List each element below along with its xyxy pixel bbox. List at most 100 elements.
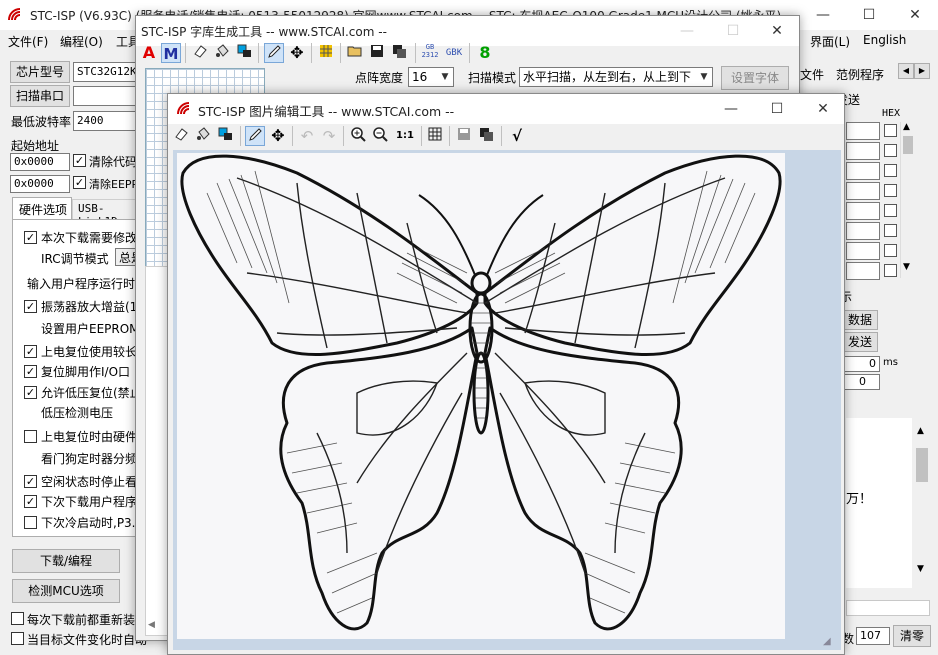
bottom-opt2-checkbox[interactable] — [11, 632, 24, 645]
tab-scroll-right[interactable]: ▶ — [914, 63, 930, 79]
image-editor-minimize-button[interactable]: — — [708, 94, 754, 124]
tab-scroll-left[interactable]: ◀ — [898, 63, 914, 79]
image-editor-close-button[interactable]: ✕ — [800, 94, 846, 124]
port-field[interactable] — [73, 86, 139, 106]
right-send-button[interactable]: 发送 — [842, 332, 878, 352]
set-font-button[interactable]: 设置字体 — [721, 66, 789, 90]
move-icon[interactable]: ✥ — [287, 43, 307, 63]
fill-bucket-icon[interactable] — [212, 43, 232, 63]
menu-file[interactable]: 文件(F) — [8, 33, 48, 50]
chip-model-button[interactable]: 芯片型号 — [10, 61, 70, 83]
open-folder-icon[interactable] — [345, 43, 365, 63]
send-text-field[interactable] — [846, 262, 880, 280]
option-checkbox[interactable]: ✓ — [24, 231, 37, 244]
color-swap-icon[interactable] — [234, 43, 254, 63]
clear-eeprom-checkbox[interactable]: ✓ — [73, 176, 86, 189]
menu-interface[interactable]: 界面(L) — [810, 33, 850, 50]
hex-checkbox[interactable] — [884, 244, 897, 257]
move-icon[interactable]: ✥ — [268, 126, 288, 146]
bottom-opt1-checkbox[interactable] — [11, 612, 24, 625]
pencil-icon[interactable] — [264, 43, 284, 63]
output-scrollbar[interactable]: ▲ ▼ — [914, 420, 930, 580]
image-editor-maximize-button[interactable]: ☐ — [754, 94, 800, 124]
gbk-button[interactable]: GBK — [443, 43, 465, 63]
gb2312-button[interactable]: GB 2312 — [419, 43, 441, 63]
undo-icon[interactable]: ↶ — [297, 126, 317, 146]
option-checkbox[interactable]: ✓ — [24, 365, 37, 378]
chip-model-field[interactable]: STC32G12K128 — [73, 62, 139, 82]
eraser-icon[interactable] — [190, 43, 210, 63]
hex-checkbox[interactable] — [884, 184, 897, 197]
save-icon[interactable] — [367, 43, 387, 63]
menu-english[interactable]: English — [863, 33, 906, 47]
hex-checkbox[interactable] — [884, 164, 897, 177]
menu-program[interactable]: 编程(O) — [60, 33, 103, 50]
right-num1-field[interactable]: 0 — [842, 356, 880, 372]
hex-checkbox[interactable] — [884, 124, 897, 137]
send-text-field[interactable] — [846, 202, 880, 220]
hex-checkbox[interactable] — [884, 144, 897, 157]
send-text-field[interactable] — [846, 222, 880, 240]
option-checkbox[interactable]: ✓ — [24, 345, 37, 358]
save-as-icon[interactable] — [389, 43, 409, 63]
eraser-icon[interactable] — [171, 126, 191, 146]
canvas-vscroll[interactable] — [789, 154, 833, 634]
right-num2-field[interactable]: 0 — [842, 374, 880, 390]
tab-hardware[interactable]: 硬件选项 — [12, 197, 72, 219]
maximize-button[interactable]: ☐ — [846, 0, 892, 30]
send-text-field[interactable] — [846, 142, 880, 160]
digit-eight-icon[interactable]: 8 — [475, 43, 495, 63]
font-tool-hscroll-left-icon[interactable]: ◀ — [148, 620, 155, 630]
zoom-in-icon[interactable] — [348, 126, 368, 146]
color-swap-icon[interactable] — [215, 126, 235, 146]
send-text-field[interactable] — [846, 162, 880, 180]
output-hscroll[interactable] — [846, 600, 930, 616]
hex-checkbox[interactable] — [884, 264, 897, 277]
confirm-check-button[interactable]: √ — [507, 126, 527, 146]
right-tab-examples[interactable]: 范例程序 — [836, 66, 884, 83]
send-text-field[interactable] — [846, 242, 880, 260]
zoom-actual-button[interactable]: 1:1 — [393, 126, 417, 146]
download-button[interactable]: 下载/编程 — [12, 549, 120, 573]
image-canvas[interactable] — [177, 153, 785, 639]
font-tool-close-button[interactable]: ✕ — [754, 16, 800, 46]
send-text-field[interactable] — [846, 182, 880, 200]
scan-port-button[interactable]: 扫描串口 — [10, 85, 70, 107]
scroll-thumb[interactable] — [903, 136, 913, 154]
font-tool-maximize-button[interactable]: ☐ — [710, 16, 756, 46]
save-icon[interactable] — [454, 126, 474, 146]
text-m-icon[interactable]: M — [161, 43, 181, 63]
zoom-out-icon[interactable] — [370, 126, 390, 146]
right-tab-file[interactable]: 文件 — [800, 66, 824, 83]
send-text-field[interactable] — [846, 122, 880, 140]
option-checkbox[interactable] — [24, 430, 37, 443]
grid-color-icon[interactable] — [316, 43, 336, 63]
detect-mcu-button[interactable]: 检测MCU选项 — [12, 579, 120, 603]
right-data-button[interactable]: 数据 — [842, 310, 878, 330]
clear-count-button[interactable]: 清零 — [893, 625, 931, 647]
grid-icon[interactable] — [425, 126, 445, 146]
redo-icon[interactable]: ↷ — [319, 126, 339, 146]
option-checkbox[interactable]: ✓ — [24, 300, 37, 313]
dot-width-combo[interactable]: 16 ▼ — [408, 67, 454, 87]
addr1-field[interactable]: 0x0000 — [10, 153, 70, 171]
addr2-field[interactable]: 0x0000 — [10, 175, 70, 193]
option-checkbox[interactable]: ✓ — [24, 475, 37, 488]
fill-bucket-icon[interactable] — [193, 126, 213, 146]
scan-mode-combo[interactable]: 水平扫描，从左到右，从上到下 ▼ — [519, 67, 713, 87]
hex-checkbox[interactable] — [884, 204, 897, 217]
minimize-button[interactable]: — — [800, 0, 846, 30]
font-tool-minimize-button[interactable]: — — [664, 16, 710, 46]
text-a-icon[interactable]: A — [139, 43, 159, 63]
option-checkbox[interactable] — [24, 516, 37, 529]
output-scroll-thumb[interactable] — [916, 448, 928, 482]
option-checkbox[interactable]: ✓ — [24, 495, 37, 508]
right-scrollbar[interactable]: ▲ ▼ — [900, 122, 914, 278]
clear-code-checkbox[interactable]: ✓ — [73, 154, 86, 167]
canvas-resize-grip-icon[interactable]: ◢ — [823, 636, 831, 647]
min-baud-field[interactable]: 2400 — [73, 111, 139, 131]
save-as-icon[interactable] — [476, 126, 496, 146]
close-button[interactable]: ✕ — [892, 0, 938, 30]
pencil-icon[interactable] — [245, 126, 265, 146]
option-checkbox[interactable]: ✓ — [24, 386, 37, 399]
